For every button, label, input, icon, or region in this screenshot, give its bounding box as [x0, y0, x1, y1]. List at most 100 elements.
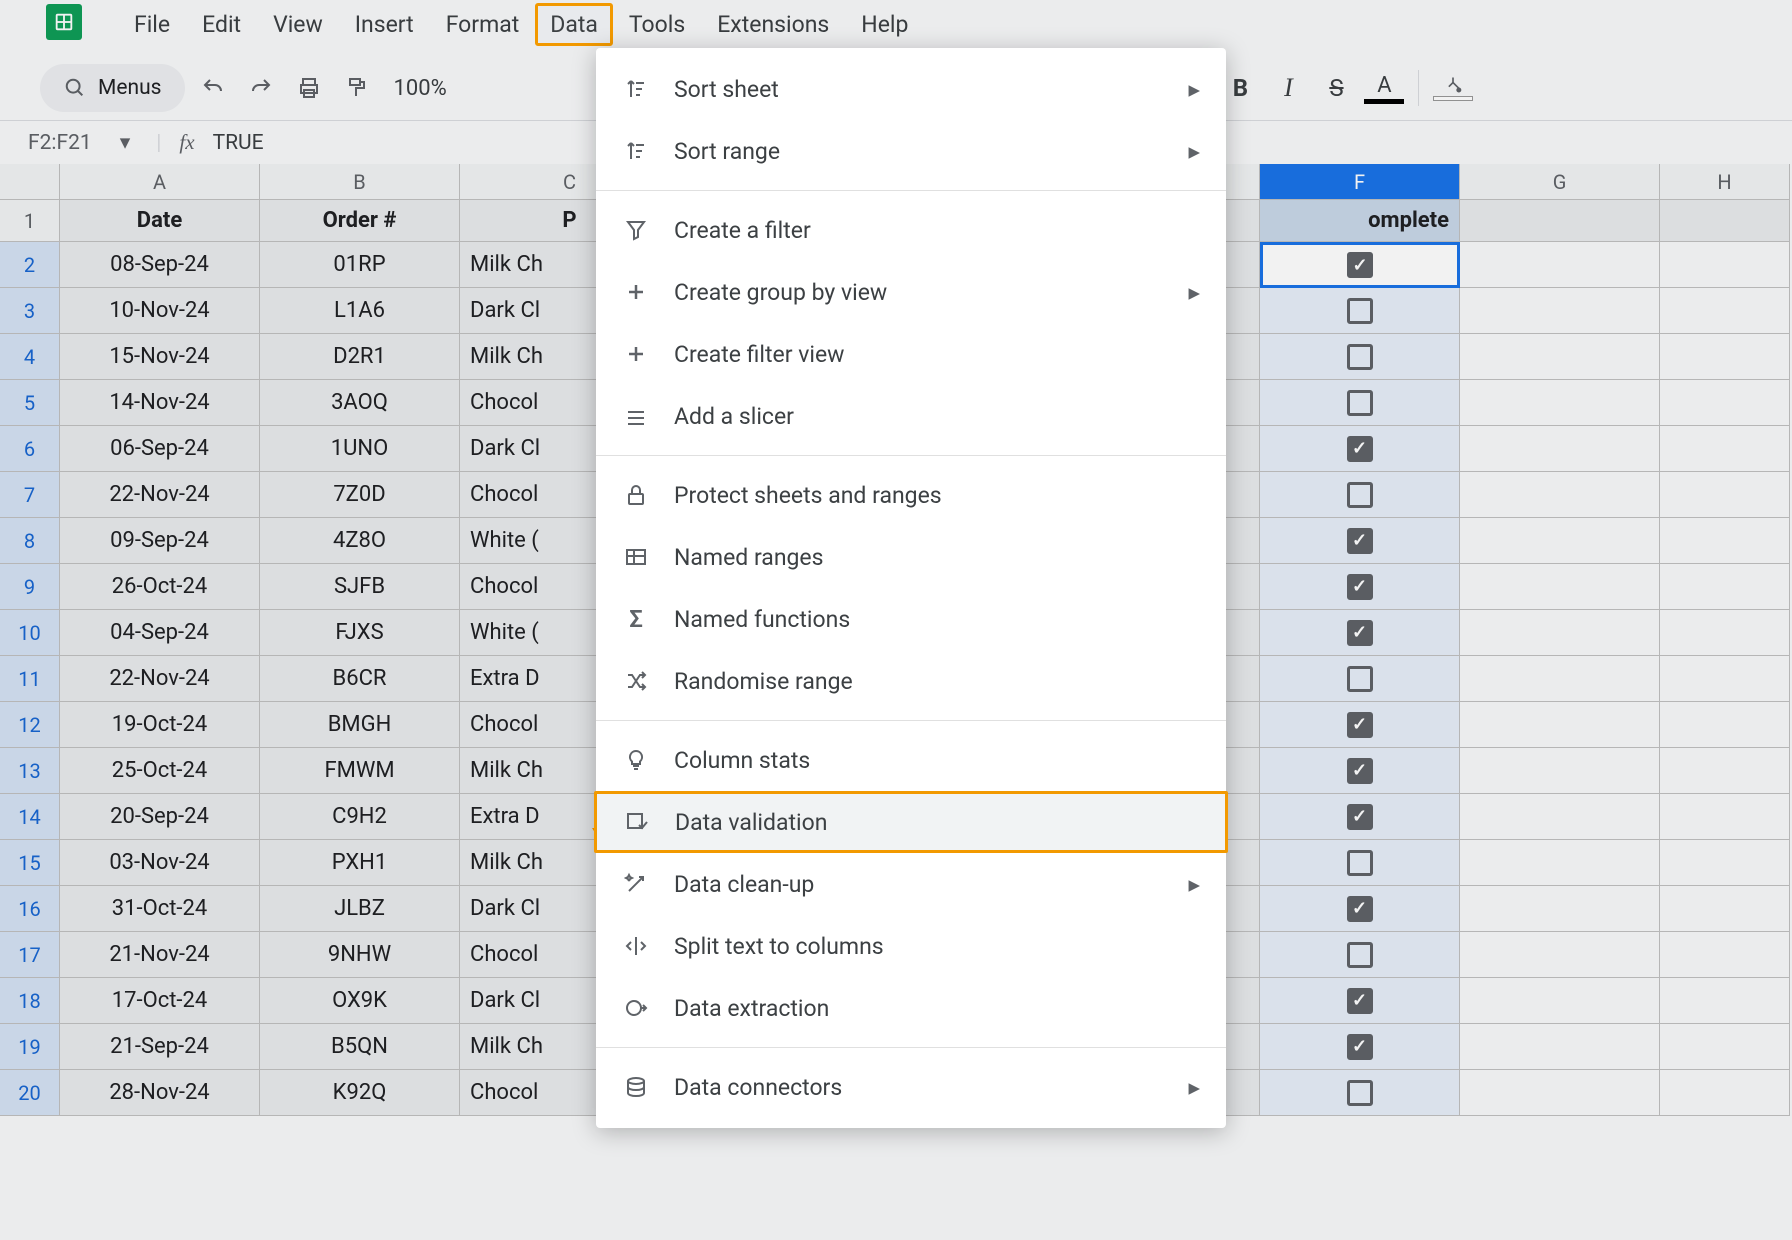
- cell-complete-checkbox[interactable]: [1260, 840, 1460, 886]
- cell-h[interactable]: [1660, 840, 1790, 886]
- cell-h[interactable]: [1660, 610, 1790, 656]
- menu-item-sort-sheet[interactable]: Sort sheet▸: [596, 58, 1226, 120]
- cell-h[interactable]: [1660, 794, 1790, 840]
- cell-complete-checkbox[interactable]: [1260, 242, 1460, 288]
- menu-format[interactable]: Format: [430, 3, 536, 46]
- row-header-18[interactable]: 18: [0, 978, 60, 1024]
- menu-insert[interactable]: Insert: [339, 3, 430, 46]
- row-header-16[interactable]: 16: [0, 886, 60, 932]
- row-header-5[interactable]: 5: [0, 380, 60, 426]
- column-header-A[interactable]: A: [60, 164, 260, 200]
- checkbox[interactable]: [1347, 712, 1373, 738]
- cell-g[interactable]: [1460, 1024, 1660, 1070]
- row-header-9[interactable]: 9: [0, 564, 60, 610]
- cell-complete-checkbox[interactable]: [1260, 932, 1460, 978]
- cell-complete-checkbox[interactable]: [1260, 886, 1460, 932]
- cell-complete-checkbox[interactable]: [1260, 656, 1460, 702]
- cell-complete-checkbox[interactable]: [1260, 1070, 1460, 1116]
- checkbox[interactable]: [1347, 988, 1373, 1014]
- cell-g[interactable]: [1460, 840, 1660, 886]
- cell-complete-checkbox[interactable]: [1260, 610, 1460, 656]
- row-header-12[interactable]: 12: [0, 702, 60, 748]
- menu-item-create-filter-view[interactable]: Create filter view: [596, 323, 1226, 385]
- cell-h[interactable]: [1660, 518, 1790, 564]
- checkbox[interactable]: [1347, 666, 1373, 692]
- cell-complete-checkbox[interactable]: [1260, 426, 1460, 472]
- cell-h[interactable]: [1660, 242, 1790, 288]
- checkbox[interactable]: [1347, 620, 1373, 646]
- menu-item-named-functions[interactable]: ΣNamed functions: [596, 588, 1226, 650]
- cell-complete-checkbox[interactable]: [1260, 1024, 1460, 1070]
- cell-h[interactable]: [1660, 564, 1790, 610]
- cell-h[interactable]: [1660, 702, 1790, 748]
- cell-h[interactable]: [1660, 656, 1790, 702]
- row-header-8[interactable]: 8: [0, 518, 60, 564]
- checkbox[interactable]: [1347, 298, 1373, 324]
- cell-g[interactable]: [1460, 610, 1660, 656]
- menu-view[interactable]: View: [257, 3, 339, 46]
- cell-g[interactable]: [1460, 656, 1660, 702]
- row-header-19[interactable]: 19: [0, 1024, 60, 1070]
- cell-h[interactable]: [1660, 472, 1790, 518]
- menu-item-named-ranges[interactable]: Named ranges: [596, 526, 1226, 588]
- row-header-13[interactable]: 13: [0, 748, 60, 794]
- menu-item-randomise-range[interactable]: Randomise range: [596, 650, 1226, 712]
- menu-item-data-connectors[interactable]: Data connectors▸: [596, 1056, 1226, 1118]
- row-header-7[interactable]: 7: [0, 472, 60, 518]
- cell-h[interactable]: [1660, 886, 1790, 932]
- strikethrough-button[interactable]: S: [1316, 68, 1356, 108]
- cell-complete-checkbox[interactable]: [1260, 702, 1460, 748]
- checkbox[interactable]: [1347, 482, 1373, 508]
- cell-g[interactable]: [1460, 702, 1660, 748]
- formula-bar-value[interactable]: TRUE: [213, 131, 264, 155]
- cell-g[interactable]: [1460, 472, 1660, 518]
- checkbox[interactable]: [1347, 896, 1373, 922]
- row-header-2[interactable]: 2: [0, 242, 60, 288]
- cell-g[interactable]: [1460, 564, 1660, 610]
- cell-complete-checkbox[interactable]: [1260, 748, 1460, 794]
- checkbox[interactable]: [1347, 436, 1373, 462]
- column-header-G[interactable]: G: [1460, 164, 1660, 200]
- cell-h[interactable]: [1660, 1070, 1790, 1116]
- checkbox[interactable]: [1347, 942, 1373, 968]
- fill-color-button[interactable]: [1433, 68, 1473, 108]
- cell-complete-checkbox[interactable]: [1260, 564, 1460, 610]
- menu-item-sort-range[interactable]: Sort range▸: [596, 120, 1226, 182]
- menu-edit[interactable]: Edit: [186, 3, 257, 46]
- cell-g[interactable]: [1460, 288, 1660, 334]
- cell-h[interactable]: [1660, 288, 1790, 334]
- cell-complete-checkbox[interactable]: [1260, 518, 1460, 564]
- cell-h[interactable]: [1660, 978, 1790, 1024]
- checkbox[interactable]: [1347, 1034, 1373, 1060]
- row-header-15[interactable]: 15: [0, 840, 60, 886]
- cell-h[interactable]: [1660, 334, 1790, 380]
- cell-complete-checkbox[interactable]: [1260, 380, 1460, 426]
- cell-g[interactable]: [1460, 380, 1660, 426]
- cell-complete-checkbox[interactable]: [1260, 978, 1460, 1024]
- row-header-14[interactable]: 14: [0, 794, 60, 840]
- row-header-10[interactable]: 10: [0, 610, 60, 656]
- cell-h[interactable]: [1660, 748, 1790, 794]
- menus-search[interactable]: Menus: [40, 64, 185, 112]
- checkbox[interactable]: [1347, 758, 1373, 784]
- menu-item-column-stats[interactable]: Column stats: [596, 729, 1226, 791]
- cell-g[interactable]: [1460, 334, 1660, 380]
- cell-complete-checkbox[interactable]: [1260, 288, 1460, 334]
- checkbox[interactable]: [1347, 804, 1373, 830]
- cell-h[interactable]: [1660, 426, 1790, 472]
- paint-format-button[interactable]: [337, 68, 377, 108]
- cell-g[interactable]: [1460, 242, 1660, 288]
- menu-item-data-clean-up[interactable]: Data clean-up▸: [596, 853, 1226, 915]
- cell-h[interactable]: [1660, 380, 1790, 426]
- cell-h[interactable]: [1660, 1024, 1790, 1070]
- cell-g[interactable]: [1460, 794, 1660, 840]
- checkbox[interactable]: [1347, 574, 1373, 600]
- menu-item-create-a-filter[interactable]: Create a filter: [596, 199, 1226, 261]
- italic-button[interactable]: I: [1268, 68, 1308, 108]
- text-color-button[interactable]: A: [1364, 68, 1404, 108]
- menu-tools[interactable]: Tools: [613, 3, 701, 46]
- checkbox[interactable]: [1347, 344, 1373, 370]
- undo-button[interactable]: [193, 68, 233, 108]
- bold-button[interactable]: B: [1220, 68, 1260, 108]
- menu-item-add-a-slicer[interactable]: Add a slicer: [596, 385, 1226, 447]
